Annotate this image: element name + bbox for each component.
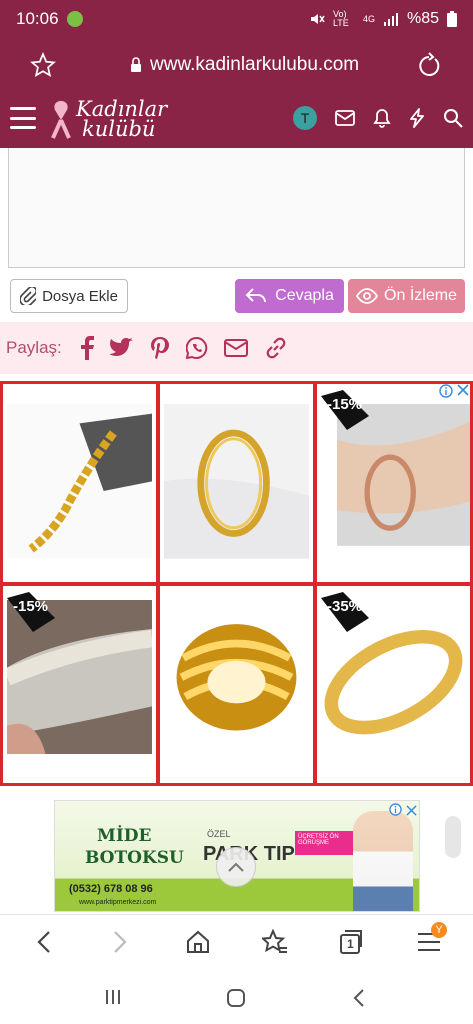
site-logo[interactable]: Kadınlar kulübü — [48, 97, 167, 143]
system-nav-bar — [0, 970, 473, 1024]
scroll-handle[interactable] — [445, 816, 461, 858]
pinterest-icon[interactable] — [150, 336, 170, 360]
discount-label: -35% — [327, 597, 363, 615]
discount-label: -15% — [327, 396, 363, 413]
back-icon[interactable] — [34, 929, 54, 955]
battery-level: %85 — [406, 10, 439, 27]
banner-website: www.parktipmerkezi.com — [79, 899, 157, 906]
reply-label: Cevapla — [275, 287, 334, 304]
logo-line-2: kulübü — [82, 117, 156, 141]
banner-person-image — [353, 811, 413, 911]
whatsapp-icon[interactable] — [185, 337, 208, 359]
reply-arrow-icon — [245, 288, 267, 303]
signal-icon — [383, 13, 398, 26]
product-ad-3[interactable]: -15% — [317, 384, 470, 582]
mail-icon[interactable] — [335, 110, 355, 126]
email-share-icon[interactable] — [223, 339, 248, 357]
link-icon[interactable] — [264, 336, 288, 360]
ad-close-icon[interactable] — [406, 805, 417, 816]
scroll-to-top-button[interactable] — [216, 847, 256, 887]
forward-icon[interactable] — [110, 929, 130, 955]
user-avatar[interactable]: T — [293, 106, 317, 130]
preview-button[interactable]: Ön İzleme — [348, 279, 465, 313]
header-actions: T — [293, 106, 463, 130]
share-icons — [80, 336, 288, 360]
wide-gold-cuff-image — [164, 599, 309, 755]
gold-chain-bracelet-image — [7, 404, 152, 559]
status-right: Vo) LTE 4G %85 — [309, 10, 457, 28]
logo-ribbon-icon — [51, 101, 71, 139]
attach-file-label: Dosya Ekle — [42, 287, 118, 305]
product-ad-1[interactable] — [3, 384, 156, 582]
recent-apps-icon[interactable] — [104, 988, 122, 1006]
discount-label: -15% — [13, 597, 49, 615]
preview-label: Ön İzleme — [384, 287, 457, 304]
banner-ozel: ÖZEL — [207, 829, 231, 839]
product-ad-6[interactable]: -35% — [317, 585, 470, 783]
share-bar: Paylaş: — [0, 322, 473, 374]
paperclip-icon — [20, 287, 37, 305]
bookmarks-star-icon[interactable] — [262, 929, 288, 955]
reload-icon[interactable] — [415, 51, 443, 79]
reply-button[interactable]: Cevapla — [235, 279, 344, 313]
url-text: www.kadinlarkulubu.com — [150, 54, 360, 75]
product-ad-grid: -15% -15% -35% — [0, 381, 473, 786]
product-ad-2[interactable] — [160, 384, 313, 582]
banner-phone: (0532) 678 08 96 — [69, 883, 153, 895]
ad-close-icon[interactable] — [457, 384, 469, 396]
tabs-count: 1 — [347, 937, 354, 951]
share-label: Paylaş: — [6, 338, 62, 357]
reply-button-row: Dosya Ekle Cevapla Ön İzleme — [0, 276, 473, 320]
banner-headline: MİDE BOTOKSU — [85, 826, 184, 868]
home-icon[interactable] — [185, 929, 211, 955]
chevron-up-icon — [228, 862, 244, 872]
status-time: 10:06 — [16, 9, 59, 28]
info-icon[interactable] — [389, 803, 403, 816]
gold-bangle-image — [164, 404, 309, 559]
facebook-icon[interactable] — [80, 336, 94, 360]
search-icon[interactable] — [443, 108, 463, 128]
site-header: Kadınlar kulübü T — [0, 92, 473, 148]
mute-icon — [310, 14, 325, 24]
notification-icon — [66, 11, 83, 27]
network-label: Vo) LTE — [332, 9, 349, 28]
twitter-icon[interactable] — [109, 338, 134, 358]
browser-bottom-nav: 1 — [0, 914, 473, 970]
bell-icon[interactable] — [373, 108, 391, 128]
eye-icon — [356, 288, 379, 304]
system-back-icon[interactable] — [352, 988, 366, 1008]
menu-badge: Y — [431, 922, 447, 938]
banner-ad-choices[interactable] — [389, 803, 417, 819]
lock-icon — [131, 57, 141, 72]
reply-textarea[interactable] — [8, 148, 465, 268]
lightning-icon[interactable] — [409, 108, 425, 128]
attach-file-button[interactable]: Dosya Ekle — [10, 279, 128, 313]
product-ad-5[interactable] — [160, 585, 313, 783]
ad-choices[interactable] — [439, 384, 469, 398]
product-ad-4[interactable]: -15% — [3, 585, 156, 783]
bookmark-star-icon[interactable] — [30, 52, 56, 78]
menu-icon[interactable] — [10, 107, 36, 129]
url-field[interactable]: www.kadinlarkulubu.com — [130, 54, 359, 76]
battery-icon — [447, 11, 457, 27]
browser-url-bar: www.kadinlarkulubu.com — [0, 38, 473, 92]
system-home-icon[interactable] — [226, 988, 246, 1008]
status-bar: 10:06 Vo) LTE 4G %85 — [0, 0, 473, 38]
signal-label: 4G — [362, 14, 375, 24]
info-icon[interactable] — [439, 384, 453, 398]
tabs-button[interactable]: 1 — [338, 929, 364, 955]
